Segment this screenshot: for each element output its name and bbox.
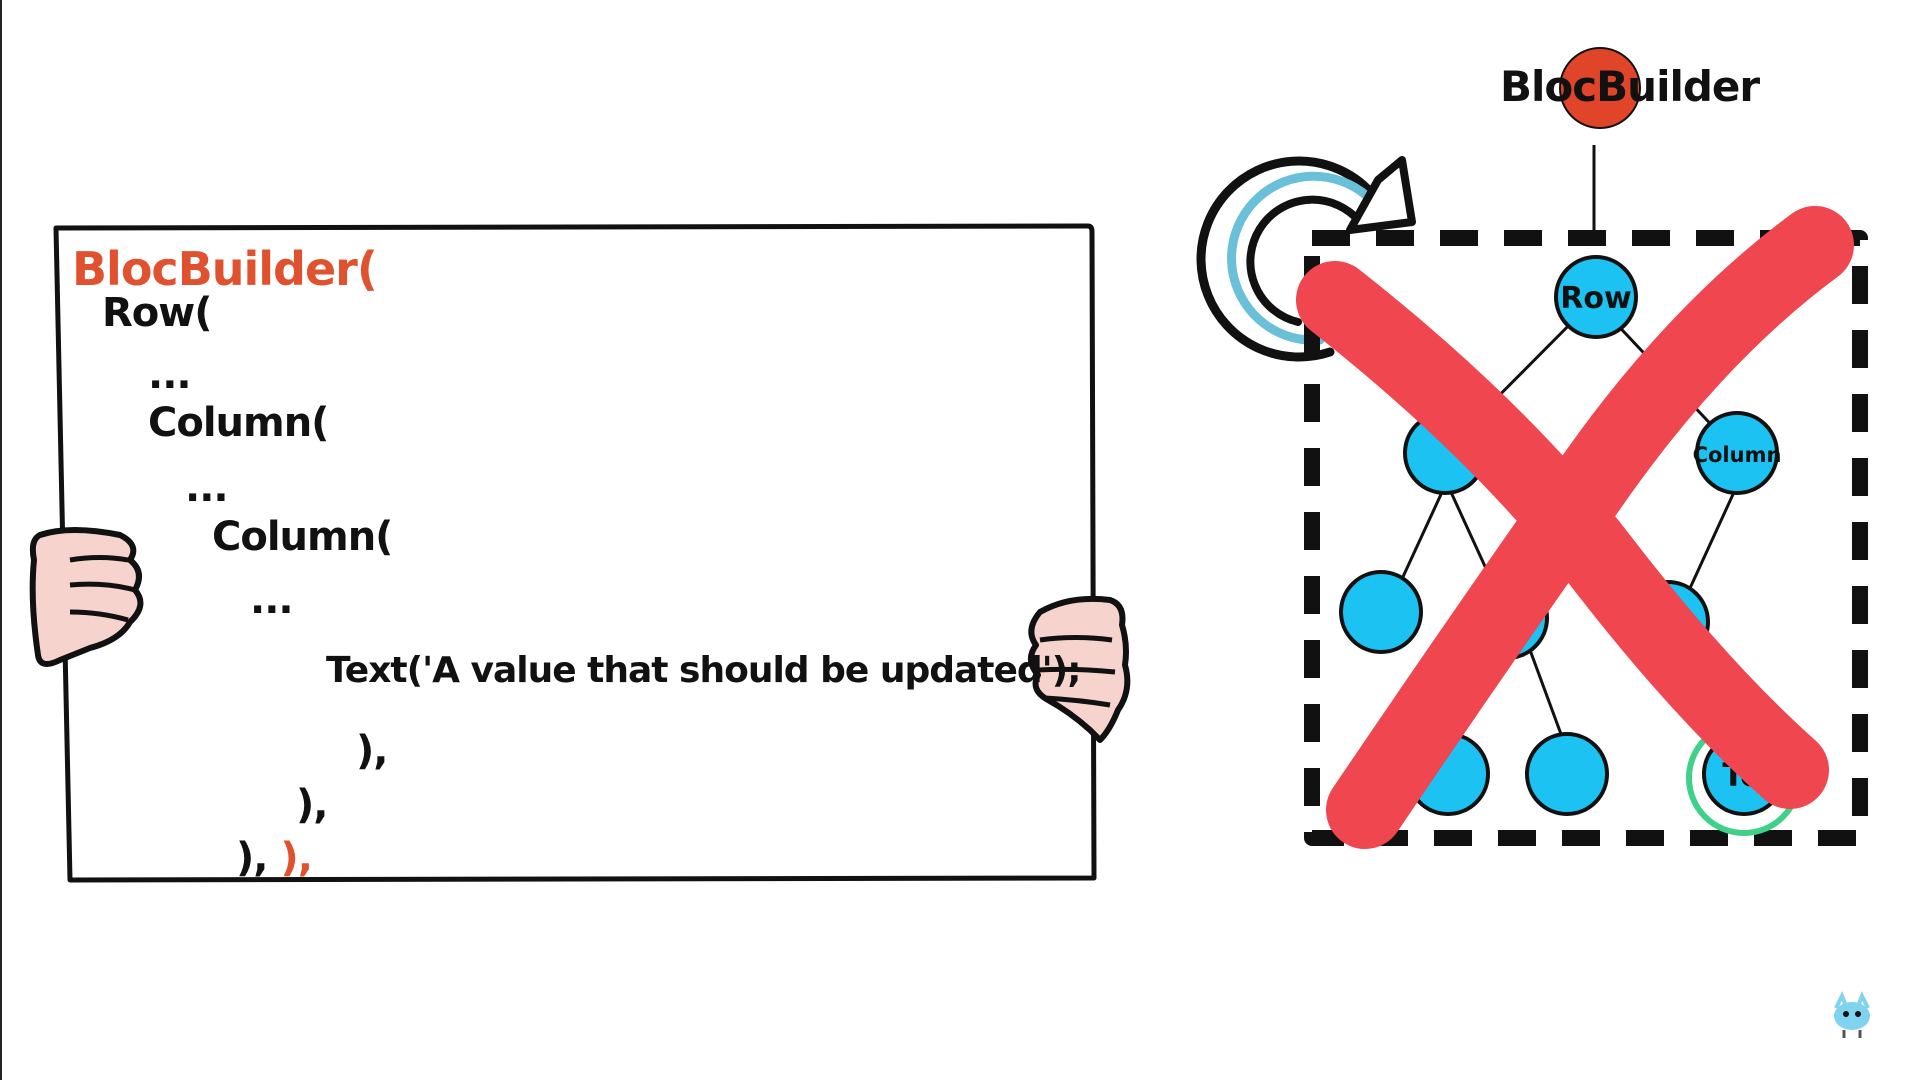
diagram-title: BlocBuilder: [1500, 62, 1760, 111]
node-label-column: Column: [1693, 443, 1782, 467]
node-leaf-2: [1525, 732, 1609, 816]
scene: BlocBuilder( Row( ... Column( ... Column…: [0, 0, 1920, 1080]
widget-tree-diagram: Row Column Te: [1196, 47, 1868, 849]
node-ll: [1339, 570, 1423, 654]
node-label-row: Row: [1560, 281, 1631, 316]
mascot-icon: [1834, 991, 1870, 1038]
